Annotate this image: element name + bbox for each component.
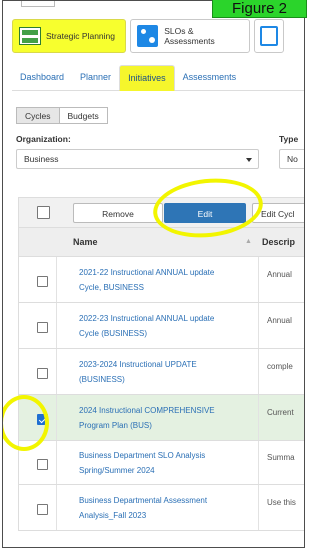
app-tab-label: SLOs & Assessments	[164, 26, 215, 46]
column-divider	[258, 395, 259, 440]
row-checkbox[interactable]	[37, 368, 48, 379]
app-tab-label: Strategic Planning	[46, 31, 115, 41]
column-divider	[258, 349, 259, 394]
select-all-checkbox[interactable]	[37, 206, 50, 219]
top-edge-fragment	[21, 1, 55, 7]
column-divider	[258, 441, 259, 484]
figure-label: Figure 2	[212, 0, 307, 18]
table-row-selected[interactable]: 2024 Instructional COMPREHENSIVE Program…	[18, 395, 304, 441]
nav-initiatives[interactable]: Initiatives	[119, 65, 175, 91]
app-tab-more[interactable]	[254, 19, 284, 53]
row-name-link[interactable]: Business Department SLO Analysis Spring/…	[79, 448, 229, 478]
column-divider	[56, 349, 57, 394]
cycles-budgets-toggle: Cycles Budgets	[16, 107, 108, 124]
cycles-button[interactable]: Cycles	[16, 107, 60, 124]
row-description: Summa	[267, 453, 295, 462]
column-divider	[56, 441, 57, 484]
column-divider	[56, 395, 57, 440]
column-divider	[258, 485, 259, 530]
table-row[interactable]: Business Department SLO Analysis Spring/…	[18, 441, 304, 485]
row-description: Annual	[267, 270, 292, 279]
column-header-description[interactable]: Descrip	[262, 237, 295, 247]
section-nav: Dashboard Planner Initiatives Assessment…	[12, 65, 304, 91]
row-name-link[interactable]: 2022-23 Instructional ANNUAL update Cycl…	[79, 311, 229, 341]
row-description: comple	[267, 362, 293, 371]
column-divider	[258, 303, 259, 348]
row-description: Current	[267, 408, 294, 417]
app-tab-slos-assessments[interactable]: SLOs & Assessments	[130, 19, 250, 53]
nav-planner[interactable]: Planner	[72, 65, 119, 91]
row-checkbox[interactable]	[37, 322, 48, 333]
row-description: Use this	[267, 498, 296, 507]
organization-value: Business	[24, 154, 59, 164]
nav-dashboard[interactable]: Dashboard	[12, 65, 72, 91]
app-tabs: Strategic Planning SLOs & Assessments	[12, 19, 288, 55]
organization-label: Organization:	[16, 134, 71, 144]
row-checkbox[interactable]	[37, 504, 48, 515]
remove-button[interactable]: Remove	[73, 203, 163, 223]
row-checkbox[interactable]	[37, 276, 48, 287]
nav-assessments[interactable]: Assessments	[175, 65, 245, 91]
table-row[interactable]: 2021-22 Instructional ANNUAL update Cycl…	[18, 257, 304, 303]
type-select[interactable]: No	[279, 149, 304, 169]
chevron-down-icon	[246, 158, 252, 162]
column-divider	[258, 257, 259, 302]
planning-icon	[19, 27, 41, 45]
row-checkbox[interactable]	[37, 459, 48, 470]
row-name-link[interactable]: 2023-2024 Instructional UPDATE (BUSINESS…	[79, 357, 229, 387]
table-row[interactable]: Business Departmental Assessment Analysi…	[18, 485, 304, 531]
document-icon	[260, 26, 278, 46]
budgets-button[interactable]: Budgets	[59, 107, 108, 124]
table-header: Name ▲ Descrip	[18, 228, 304, 257]
type-label: Type	[279, 134, 299, 144]
type-value: No	[287, 154, 298, 164]
table-row[interactable]: 2022-23 Instructional ANNUAL update Cycl…	[18, 303, 304, 349]
row-name-link[interactable]: 2024 Instructional COMPREHENSIVE Program…	[79, 403, 229, 433]
table-row[interactable]: 2023-2024 Instructional UPDATE (BUSINESS…	[18, 349, 304, 395]
row-name-link[interactable]: Business Departmental Assessment Analysi…	[79, 493, 229, 523]
row-description: Annual	[267, 316, 292, 325]
column-header-name[interactable]: Name	[73, 237, 98, 247]
slo-icon	[137, 25, 159, 47]
sort-icon: ▲	[245, 238, 252, 245]
app-tab-strategic-planning[interactable]: Strategic Planning	[12, 19, 126, 53]
row-name-link[interactable]: 2021-22 Instructional ANNUAL update Cycl…	[79, 265, 229, 295]
app-frame: Strategic Planning SLOs & Assessments Da…	[2, 0, 305, 548]
column-divider	[56, 485, 57, 530]
organization-select[interactable]: Business	[16, 149, 259, 169]
column-divider	[56, 303, 57, 348]
column-divider	[56, 257, 57, 302]
